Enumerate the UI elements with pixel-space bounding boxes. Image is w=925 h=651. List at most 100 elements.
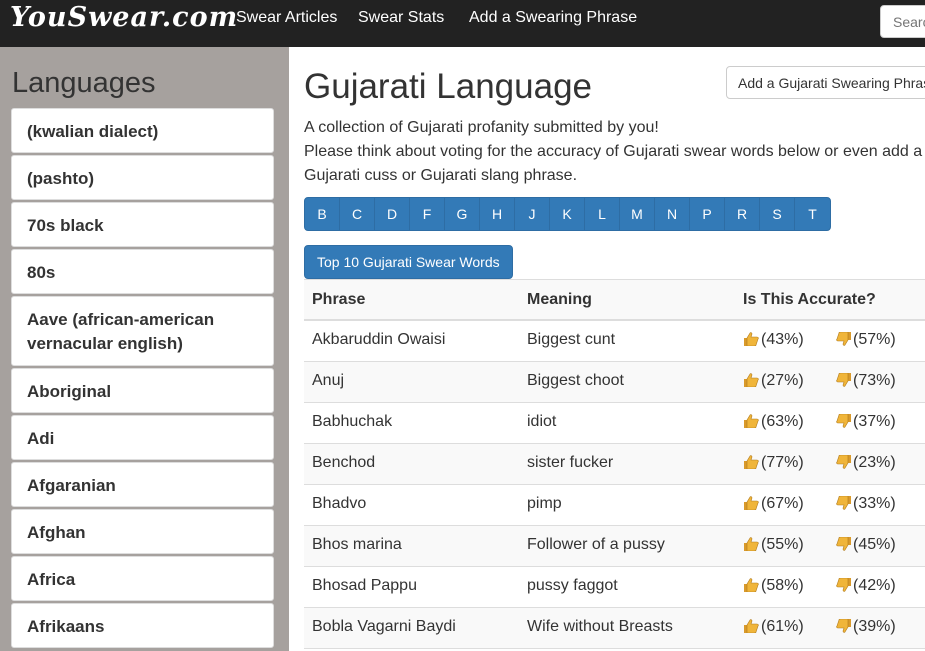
letter-button[interactable]: J (515, 198, 550, 230)
vote-down-button[interactable]: (37%) (835, 413, 896, 431)
phrase-cell[interactable]: Bobla Vagarni Baydi (312, 618, 456, 636)
vote-down-button[interactable]: (23%) (835, 454, 896, 472)
top10-button[interactable]: Top 10 Gujarati Swear Words (304, 245, 513, 279)
letter-button[interactable]: K (550, 198, 585, 230)
phrase-table: Phrase Meaning Is This Accurate? Akbarud… (304, 279, 925, 649)
thumbs-up-icon (744, 496, 759, 510)
thumbs-up-icon (744, 332, 759, 346)
letter-button[interactable]: R (725, 198, 760, 230)
vote-up-button[interactable]: (27%) (743, 372, 804, 390)
table-row: Bhadvo pimp (67%) (33%) (304, 485, 925, 526)
letter-button[interactable]: L (585, 198, 620, 230)
intro-line: Please think about voting for the accura… (304, 143, 923, 184)
thumbs-down-icon (836, 373, 851, 387)
vote-up-button[interactable]: (55%) (743, 536, 804, 554)
languages-sidebar: Languages (kwalian dialect) (pashto) 70s… (0, 47, 289, 651)
nav-swear-stats[interactable]: Swear Stats (358, 9, 444, 27)
meaning-cell: pimp (527, 495, 562, 512)
letter-button[interactable]: M (620, 198, 655, 230)
meaning-cell: idiot (527, 413, 557, 430)
language-item[interactable]: 80s (11, 249, 274, 294)
letter-button[interactable]: C (340, 198, 375, 230)
letter-button[interactable]: T (795, 198, 830, 230)
vote-down-button[interactable]: (39%) (835, 618, 896, 636)
vote-up-percent: (61%) (761, 618, 804, 635)
letter-button[interactable]: S (760, 198, 795, 230)
language-item[interactable]: Africa (11, 556, 274, 601)
thumbs-down-icon (836, 414, 851, 428)
letter-button[interactable]: G (445, 198, 480, 230)
vote-up-button[interactable]: (61%) (743, 618, 804, 636)
table-row: Bhos marina Follower of a pussy (55%) (45%) (304, 526, 925, 567)
thumbs-down-icon (836, 578, 851, 592)
vote-down-percent: (37%) (853, 413, 896, 430)
table-body: Akbaruddin Owaisi Biggest cunt (43%) (57%) A… (304, 321, 925, 649)
vote-down-percent: (45%) (853, 536, 896, 553)
main-content: Gujarati Language Add a Gujarati Swearin… (289, 47, 925, 651)
site-logo[interactable]: YouSwear.com (10, 2, 238, 33)
table-row: Akbaruddin Owaisi Biggest cunt (43%) (57%) (304, 321, 925, 362)
letter-button[interactable]: H (480, 198, 515, 230)
vote-up-percent: (58%) (761, 577, 804, 594)
vote-up-button[interactable]: (63%) (743, 413, 804, 431)
thumbs-up-icon (744, 414, 759, 428)
vote-down-button[interactable]: (45%) (835, 536, 896, 554)
thumbs-down-icon (836, 619, 851, 633)
letter-button[interactable]: N (655, 198, 690, 230)
language-item[interactable]: 70s black (11, 202, 274, 247)
phrase-cell[interactable]: Akbaruddin Owaisi (312, 331, 445, 349)
top-navbar: YouSwear.com Swear Articles Swear Stats … (0, 0, 925, 47)
vote-up-button[interactable]: (77%) (743, 454, 804, 472)
add-phrase-button[interactable]: Add a Gujarati Swearing Phrase (726, 66, 925, 99)
language-item[interactable]: (pashto) (11, 155, 274, 200)
vote-up-percent: (63%) (761, 413, 804, 430)
table-header: Phrase Meaning Is This Accurate? (304, 279, 925, 321)
thumbs-up-icon (744, 578, 759, 592)
letter-button[interactable]: B (305, 198, 340, 230)
vote-down-button[interactable]: (33%) (835, 495, 896, 513)
vote-down-button[interactable]: (73%) (835, 372, 896, 390)
phrase-cell[interactable]: Bhadvo (312, 495, 366, 513)
phrase-cell[interactable]: Benchod (312, 454, 375, 472)
meaning-cell: Follower of a pussy (527, 536, 665, 553)
language-item[interactable]: Aboriginal (11, 368, 274, 413)
vote-up-button[interactable]: (43%) (743, 331, 804, 349)
table-row: Bhosad Pappu pussy faggot (58%) (42%) (304, 567, 925, 608)
table-row: Babhuchak idiot (63%) (37%) (304, 403, 925, 444)
letter-button[interactable]: F (410, 198, 445, 230)
meaning-cell: pussy faggot (527, 577, 618, 594)
letter-button[interactable]: P (690, 198, 725, 230)
vote-down-button[interactable]: (42%) (835, 577, 896, 595)
nav-swear-articles[interactable]: Swear Articles (236, 9, 337, 27)
table-row: Bobla Vagarni Baydi Wife without Breasts (… (304, 608, 925, 649)
search-input[interactable] (880, 5, 925, 38)
header-phrase: Phrase (312, 291, 366, 308)
vote-down-percent: (23%) (853, 454, 896, 471)
letter-filter-group: B C D F G H J K L M N P R S T (304, 197, 831, 231)
language-item[interactable]: Adi (11, 415, 274, 460)
language-item[interactable]: Afghan (11, 509, 274, 554)
vote-up-button[interactable]: (58%) (743, 577, 804, 595)
phrase-cell[interactable]: Anuj (312, 372, 344, 390)
language-item[interactable]: Aave (african-american vernacular englis… (11, 296, 274, 366)
thumbs-up-icon (744, 619, 759, 633)
language-item[interactable]: (kwalian dialect) (11, 108, 274, 153)
language-item[interactable]: Afgaranian (11, 462, 274, 507)
phrase-cell[interactable]: Babhuchak (312, 413, 392, 431)
page-title: Gujarati Language (304, 67, 592, 106)
vote-up-button[interactable]: (67%) (743, 495, 804, 513)
phrase-cell[interactable]: Bhosad Pappu (312, 577, 417, 595)
vote-up-percent: (27%) (761, 372, 804, 389)
vote-up-percent: (55%) (761, 536, 804, 553)
thumbs-down-icon (836, 332, 851, 346)
vote-down-button[interactable]: (57%) (835, 331, 896, 349)
thumbs-up-icon (744, 455, 759, 469)
table-row: Benchod sister fucker (77%) (23%) (304, 444, 925, 485)
phrase-cell[interactable]: Bhos marina (312, 536, 402, 554)
thumbs-up-icon (744, 373, 759, 387)
thumbs-up-icon (744, 537, 759, 551)
thumbs-down-icon (836, 455, 851, 469)
language-item[interactable]: Afrikaans (11, 603, 274, 648)
nav-add-phrase[interactable]: Add a Swearing Phrase (469, 9, 637, 27)
letter-button[interactable]: D (375, 198, 410, 230)
